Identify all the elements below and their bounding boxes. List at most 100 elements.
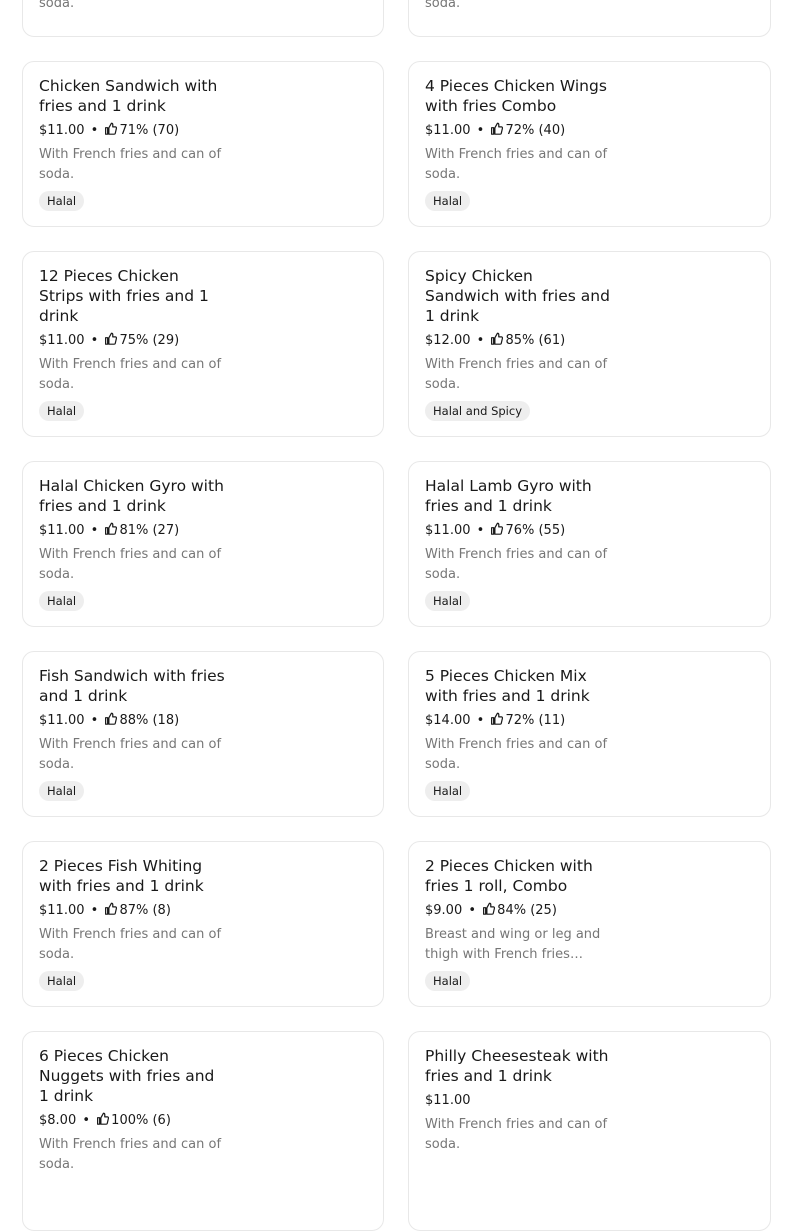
- item-title: 2 Pieces Chicken with fries 1 roll, Comb…: [425, 857, 593, 895]
- item-rating: 75% (29): [119, 333, 180, 348]
- thumbs-up-icon: [491, 712, 504, 725]
- meta-separator: •: [476, 713, 485, 728]
- item-meta: $8.00 • 100% (6): [39, 1111, 225, 1131]
- item-description: With French fries and can of soda.: [425, 737, 608, 772]
- meta-separator: •: [476, 333, 485, 348]
- thumbs-up-icon: [491, 122, 504, 135]
- dietary-badge: Halal: [39, 971, 85, 991]
- menu-item-card-partial[interactable]: soda.: [22, 0, 384, 37]
- menu-item-card[interactable]: Fish Sandwich with fries and 1 drink $11.…: [22, 651, 384, 817]
- meta-separator: •: [90, 903, 99, 918]
- menu-item-card[interactable]: 12 Pieces Chicken Strips with fries and …: [22, 251, 384, 437]
- item-rating: 76% (55): [505, 523, 566, 538]
- dietary-badge: Halal and Spicy: [425, 401, 531, 421]
- item-description: soda.: [425, 0, 461, 11]
- menu-item-info: 4 Pieces Chicken Wings with fries Combo $…: [425, 76, 611, 211]
- item-title: Chicken Sandwich with fries and 1 drink: [39, 77, 218, 115]
- item-description: With French fries and can of soda.: [39, 927, 222, 962]
- menu-item-card[interactable]: Chicken Sandwich with fries and 1 drink $…: [22, 61, 384, 227]
- item-price: $11.00: [39, 713, 85, 728]
- item-meta: $11.00 • 88% (18): [39, 711, 225, 731]
- item-rating: 87% (8): [119, 903, 171, 918]
- dietary-badge: Halal: [39, 191, 85, 211]
- thumbs-up-icon: [105, 902, 118, 915]
- item-meta: $14.00 • 72% (11): [425, 711, 611, 731]
- dietary-badge: Halal: [425, 591, 471, 611]
- item-title: Halal Chicken Gyro with fries and 1 drin…: [39, 477, 224, 515]
- thumbs-up-icon: [105, 712, 118, 725]
- item-description: With French fries and can of soda.: [425, 357, 608, 392]
- dietary-badge: Halal: [39, 781, 85, 801]
- item-rating: 88% (18): [119, 713, 180, 728]
- meta-separator: •: [476, 123, 485, 138]
- item-price: $11.00: [425, 523, 471, 538]
- item-meta: $11.00 • 75% (29): [39, 331, 225, 351]
- menu-item-info: 12 Pieces Chicken Strips with fries and …: [39, 266, 225, 421]
- item-title: Spicy Chicken Sandwich with fries and 1 …: [425, 267, 610, 325]
- item-description: With French fries and can of soda.: [39, 357, 222, 392]
- item-price: $12.00: [425, 333, 471, 348]
- item-description: With French fries and can of soda.: [425, 147, 608, 182]
- dietary-badge: Halal: [425, 191, 471, 211]
- item-price: $11.00: [425, 1093, 471, 1108]
- item-description: soda.: [39, 0, 75, 11]
- item-rating: 81% (27): [119, 523, 180, 538]
- item-title: 2 Pieces Fish Whiting with fries and 1 d…: [39, 857, 204, 895]
- meta-separator: •: [468, 903, 477, 918]
- menu-item-card[interactable]: 5 Pieces Chicken Mix with fries and 1 dr…: [408, 651, 771, 817]
- menu-item-info: Chicken Sandwich with fries and 1 drink $…: [39, 76, 225, 211]
- dietary-badge: Halal: [39, 401, 85, 421]
- menu-item-card-partial[interactable]: soda.: [408, 0, 771, 37]
- item-meta: $11.00 • 72% (40): [425, 121, 611, 141]
- item-price: $11.00: [39, 333, 85, 348]
- menu-item-info: Halal Chicken Gyro with fries and 1 drin…: [39, 476, 225, 611]
- menu-item-info: 2 Pieces Fish Whiting with fries and 1 d…: [39, 856, 225, 991]
- menu-item-info: 6 Pieces Chicken Nuggets with fries and …: [39, 1046, 225, 1175]
- meta-separator: •: [90, 713, 99, 728]
- menu-item-card[interactable]: 2 Pieces Fish Whiting with fries and 1 d…: [22, 841, 384, 1007]
- thumbs-up-icon: [105, 122, 118, 135]
- item-title: 5 Pieces Chicken Mix with fries and 1 dr…: [425, 667, 590, 705]
- item-title: 6 Pieces Chicken Nuggets with fries and …: [39, 1047, 215, 1105]
- item-price: $11.00: [39, 903, 85, 918]
- dietary-badge: Halal: [425, 971, 471, 991]
- menu-item-card[interactable]: 6 Pieces Chicken Nuggets with fries and …: [22, 1031, 384, 1231]
- item-description: Breast and wing or leg and thigh with Fr…: [425, 927, 601, 962]
- menu-item-info: Fish Sandwich with fries and 1 drink $11.…: [39, 666, 225, 801]
- item-price: $14.00: [425, 713, 471, 728]
- item-price: $9.00: [425, 903, 463, 918]
- menu-item-card[interactable]: Spicy Chicken Sandwich with fries and 1 …: [408, 251, 771, 437]
- item-price: $11.00: [39, 523, 85, 538]
- dietary-badge: Halal: [39, 591, 85, 611]
- meta-separator: •: [90, 333, 99, 348]
- meta-separator: •: [90, 523, 99, 538]
- menu-item-card[interactable]: Halal Lamb Gyro with fries and 1 drink $1…: [408, 461, 771, 627]
- meta-separator: •: [476, 523, 485, 538]
- item-meta: $11.00 • 76% (55): [425, 521, 611, 541]
- menu-item-card[interactable]: 4 Pieces Chicken Wings with fries Combo $…: [408, 61, 771, 227]
- thumbs-up-icon: [491, 332, 504, 345]
- item-title: Halal Lamb Gyro with fries and 1 drink: [425, 477, 592, 515]
- item-meta: $11.00 • 81% (27): [39, 521, 225, 541]
- item-description: With French fries and can of soda.: [39, 1137, 222, 1172]
- menu-item-info: 2 Pieces Chicken with fries 1 roll, Comb…: [425, 856, 611, 991]
- item-meta: $9.00 • 84% (25): [425, 901, 611, 921]
- thumbs-up-icon: [105, 522, 118, 535]
- item-price: $8.00: [39, 1113, 77, 1128]
- item-description: With French fries and can of soda.: [39, 547, 222, 582]
- item-title: Fish Sandwich with fries and 1 drink: [39, 667, 225, 705]
- item-title: 4 Pieces Chicken Wings with fries Combo: [425, 77, 607, 115]
- meta-separator: •: [82, 1113, 91, 1128]
- item-rating: 72% (40): [505, 123, 566, 138]
- dietary-badge: Halal: [425, 781, 471, 801]
- thumbs-up-icon: [105, 332, 118, 345]
- item-rating: 72% (11): [505, 713, 566, 728]
- item-title: 12 Pieces Chicken Strips with fries and …: [39, 267, 209, 325]
- thumbs-up-icon: [483, 902, 496, 915]
- item-meta: $11.00 • 87% (8): [39, 901, 225, 921]
- item-meta: $12.00 • 85% (61): [425, 331, 611, 351]
- menu-item-card[interactable]: Halal Chicken Gyro with fries and 1 drin…: [22, 461, 384, 627]
- menu-item-card[interactable]: 2 Pieces Chicken with fries 1 roll, Comb…: [408, 841, 771, 1007]
- menu-item-card[interactable]: Philly Cheesesteak with fries and 1 drin…: [408, 1031, 771, 1231]
- item-price: $11.00: [39, 123, 85, 138]
